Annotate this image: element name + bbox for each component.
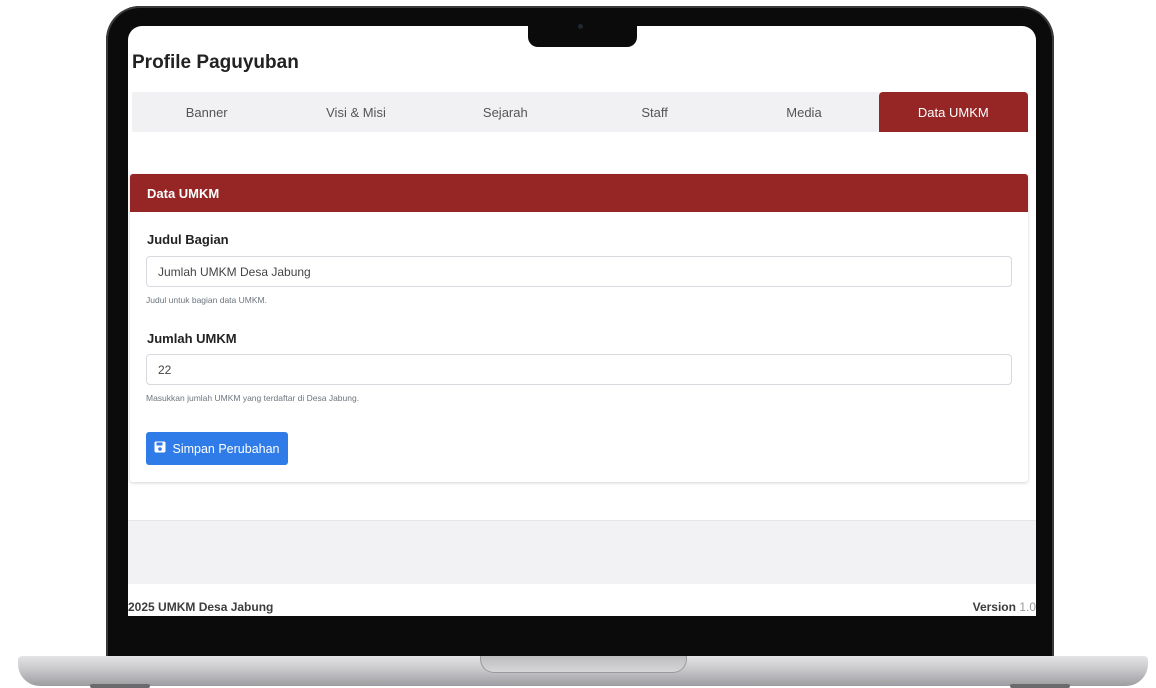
jumlah-umkm-input[interactable]: 22: [146, 354, 1012, 385]
content-bottom-band: [128, 520, 1036, 585]
save-icon: [154, 441, 166, 456]
judul-bagian-help: Judul untuk bagian data UMKM.: [146, 295, 267, 305]
judul-bagian-input[interactable]: Jumlah UMKM Desa Jabung: [146, 256, 1012, 287]
screen: Profile Paguyuban Banner Visi & Misi Sej…: [128, 26, 1036, 616]
laptop-opening-notch: [480, 656, 687, 673]
jumlah-umkm-label: Jumlah UMKM: [147, 331, 237, 346]
tab-data-umkm[interactable]: Data UMKM: [878, 92, 1028, 132]
footer-version-number: 1.0: [1019, 600, 1036, 614]
footer-version: Version 1.0: [973, 600, 1036, 614]
laptop-foot-left: [90, 684, 150, 688]
footer-copyright: 2025 UMKM Desa Jabung: [128, 600, 274, 614]
tab-visi-misi[interactable]: Visi & Misi: [281, 92, 430, 132]
camera-notch: [528, 18, 637, 47]
save-button[interactable]: Simpan Perubahan: [146, 432, 288, 465]
tab-media[interactable]: Media: [729, 92, 878, 132]
data-umkm-card: Data UMKM Judul Bagian Jumlah UMKM Desa …: [130, 174, 1028, 482]
jumlah-umkm-help: Masukkan jumlah UMKM yang terdaftar di D…: [146, 393, 360, 403]
profile-tabs: Banner Visi & Misi Sejarah Staff Media D…: [132, 92, 1028, 132]
laptop-foot-right: [1010, 684, 1070, 688]
judul-bagian-label: Judul Bagian: [147, 232, 229, 247]
camera-icon: [578, 24, 583, 29]
save-button-label: Simpan Perubahan: [172, 441, 280, 456]
page-title: Profile Paguyuban: [132, 52, 299, 73]
tab-staff[interactable]: Staff: [580, 92, 729, 132]
card-header: Data UMKM: [130, 174, 1028, 212]
footer-version-label: Version: [972, 600, 1016, 614]
footer: 2025 UMKM Desa Jabung Version 1.0: [128, 584, 1036, 616]
tab-banner[interactable]: Banner: [132, 92, 281, 132]
tab-sejarah[interactable]: Sejarah: [431, 92, 580, 132]
